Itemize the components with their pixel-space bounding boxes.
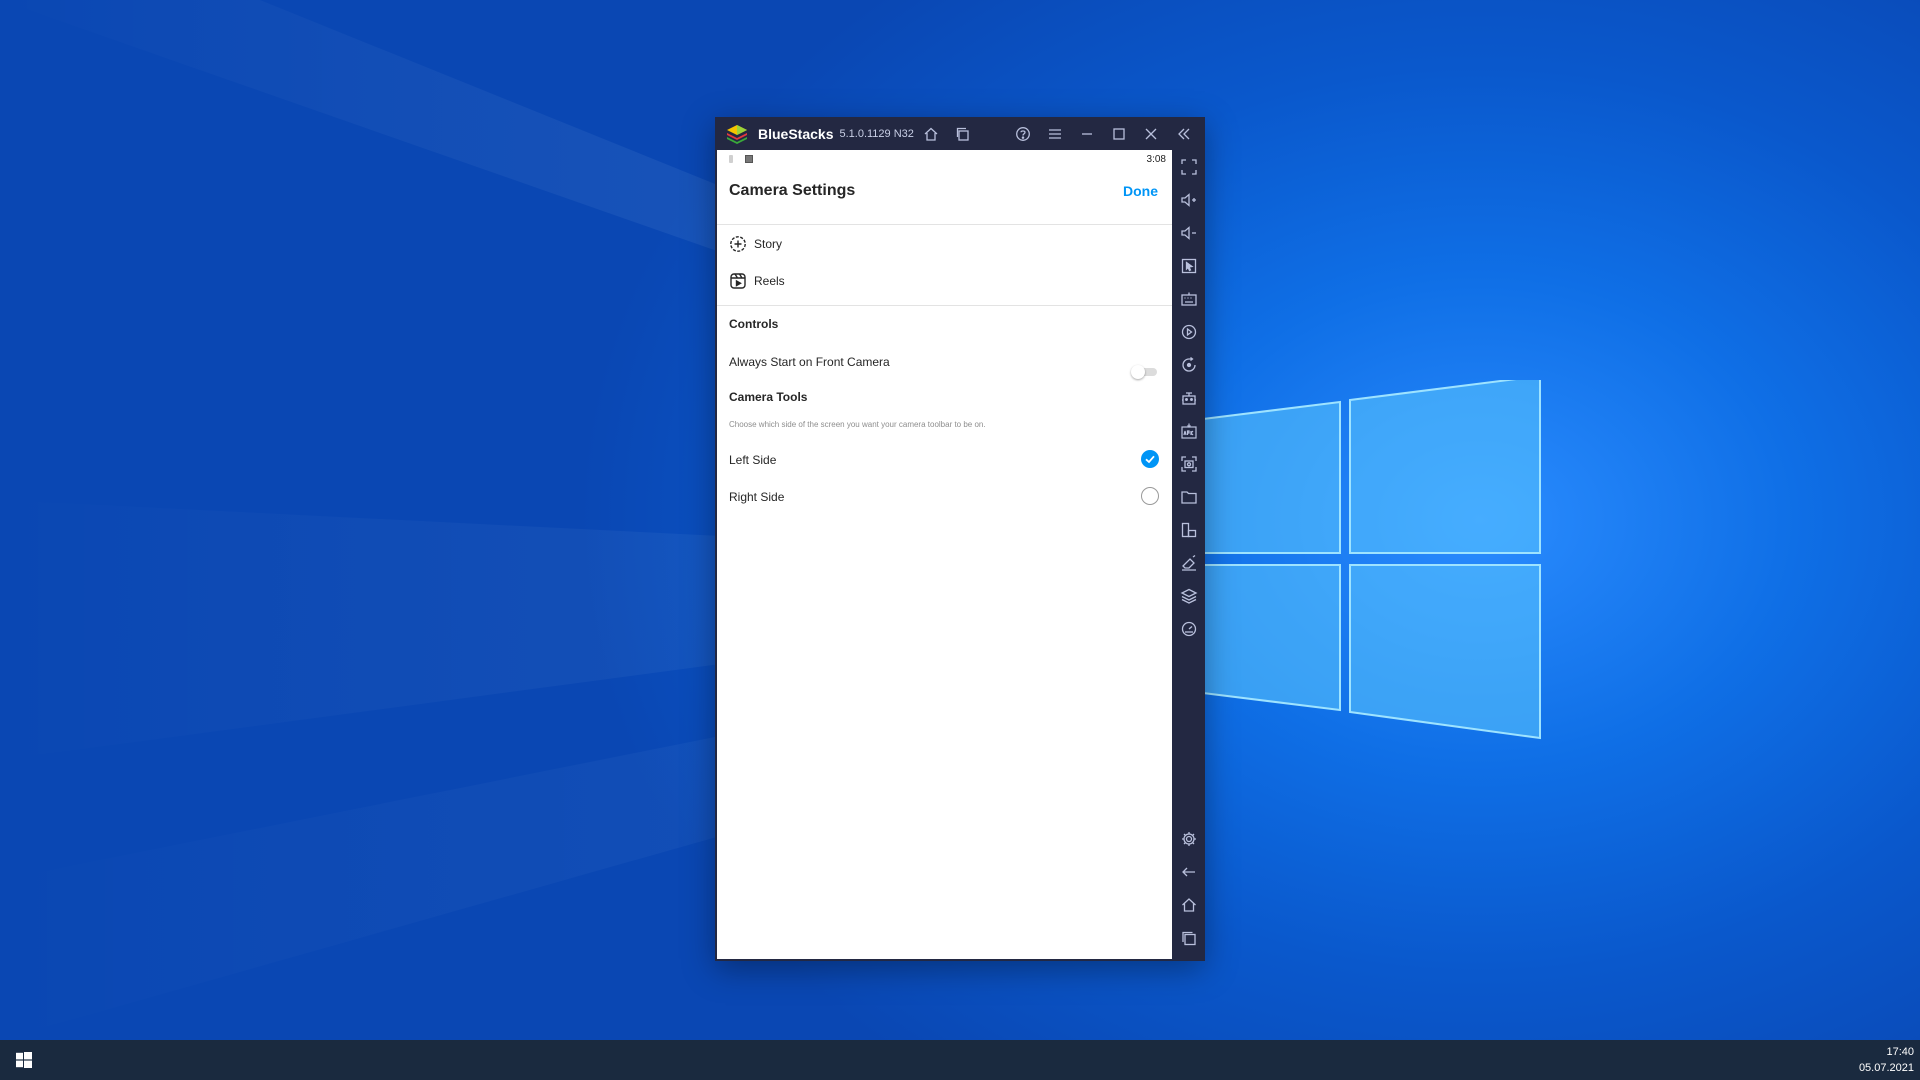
android-status-bar: 3:08 <box>717 150 1172 168</box>
page-title: Camera Settings <box>729 182 856 199</box>
start-button[interactable] <box>0 1040 48 1080</box>
left-side-radio[interactable] <box>1141 450 1159 468</box>
version-number: 5.1.0.1129 <box>839 127 891 140</box>
bluestacks-window: BlueStacks 5.1.0.1129 N32 3:08 Camera Se… <box>715 117 1205 961</box>
rotate-button[interactable] <box>1177 353 1201 377</box>
section-divider <box>717 305 1172 306</box>
folder-icon <box>1181 491 1197 504</box>
robot-icon <box>1182 392 1196 405</box>
close-icon <box>1145 128 1157 140</box>
reels-icon <box>730 273 746 289</box>
volume-down-button[interactable] <box>1177 221 1201 245</box>
clock-date: 05.07.2021 <box>1858 1062 1914 1074</box>
eco-mode-button[interactable] <box>1177 551 1201 575</box>
story-settings-item[interactable]: Story <box>729 230 782 258</box>
android-home-button[interactable] <box>1177 893 1201 917</box>
media-folder-button[interactable] <box>1177 485 1201 509</box>
macro-button[interactable] <box>1177 320 1201 344</box>
window-title: BlueStacks <box>758 125 834 142</box>
fullscreen-icon <box>1181 159 1197 175</box>
front-camera-toggle[interactable] <box>1129 362 1159 382</box>
back-arrow-icon <box>1182 867 1195 877</box>
windows-taskbar: 17:40 05.07.2021 <box>0 1040 1920 1080</box>
copy-window-icon <box>956 127 969 141</box>
taskbar-clock[interactable]: 17:40 05.07.2021 <box>1859 1044 1914 1076</box>
home-button[interactable] <box>920 123 942 145</box>
collapse-sidebar-button[interactable] <box>1173 123 1195 145</box>
install-apk-button[interactable] <box>1177 419 1201 443</box>
fullscreen-button[interactable] <box>1177 155 1201 179</box>
app-notification-icon <box>745 155 753 163</box>
app-version: 5.1.0.1129 N32 <box>839 128 913 140</box>
controls-section-title: Controls <box>729 317 779 331</box>
multi-instance-button[interactable] <box>952 123 974 145</box>
gear-icon <box>1182 832 1196 846</box>
home-icon <box>1182 898 1196 912</box>
home-icon <box>924 127 938 141</box>
story-plus-icon <box>730 236 746 252</box>
eraser-icon <box>1182 554 1196 571</box>
double-chevron-left-icon <box>1178 128 1190 140</box>
front-camera-label: Always Start on Front Camera <box>729 355 890 369</box>
back-button[interactable] <box>1177 860 1201 884</box>
bluestacks-sidebar <box>1172 150 1205 959</box>
speedometer-icon <box>1181 621 1197 637</box>
recent-apps-icon <box>1182 931 1196 946</box>
maximize-button[interactable] <box>1108 123 1130 145</box>
volume-up-button[interactable] <box>1177 188 1201 212</box>
volume-up-icon <box>1181 193 1196 207</box>
pointer-button[interactable] <box>1177 254 1201 278</box>
apk-icon <box>1181 423 1197 439</box>
help-button[interactable] <box>1012 123 1034 145</box>
performance-button[interactable] <box>1177 617 1201 641</box>
hamburger-menu-icon <box>1049 129 1061 139</box>
close-button[interactable] <box>1140 123 1162 145</box>
status-time: 3:08 <box>1146 154 1166 165</box>
help-icon <box>1016 127 1030 141</box>
recent-apps-button[interactable] <box>1177 926 1201 950</box>
done-button[interactable]: Done <box>1123 183 1158 199</box>
header-divider <box>717 224 1172 225</box>
layers-icon <box>1180 588 1198 604</box>
rotate-icon <box>1182 356 1196 372</box>
screenshot-button[interactable] <box>1177 452 1201 476</box>
toggle-knob <box>1131 365 1145 379</box>
left-side-label: Left Side <box>729 453 777 467</box>
keyboard-button[interactable] <box>1177 287 1201 311</box>
right-side-radio[interactable] <box>1141 487 1159 505</box>
version-arch: N32 <box>893 127 914 140</box>
bluestacks-logo-icon <box>727 124 747 144</box>
windows-wallpaper-logo <box>1195 380 1541 740</box>
windows-logo-icon <box>16 1052 32 1068</box>
camera-tools-description: Choose which side of the screen you want… <box>729 420 986 429</box>
minimize-icon <box>1082 133 1092 135</box>
story-label: Story <box>754 237 783 251</box>
game-controls-button[interactable] <box>1177 386 1201 410</box>
android-screen: 3:08 Camera Settings Done Story Reels Co… <box>717 150 1172 959</box>
cursor-icon <box>1181 258 1197 274</box>
settings-button[interactable] <box>1177 827 1201 851</box>
multi-instance-sidebar-button[interactable] <box>1177 518 1201 542</box>
screenshot-icon <box>1181 456 1197 472</box>
reels-label: Reels <box>754 274 785 288</box>
keyboard-icon <box>1181 292 1197 306</box>
reels-settings-item[interactable]: Reels <box>729 267 785 295</box>
play-circle-icon <box>1181 324 1197 340</box>
notification-icon <box>729 155 733 163</box>
layers-button[interactable] <box>1177 584 1201 608</box>
instances-icon <box>1181 522 1197 538</box>
menu-button[interactable] <box>1044 123 1066 145</box>
volume-down-icon <box>1181 226 1196 240</box>
camera-tools-section-title: Camera Tools <box>729 390 808 404</box>
title-bar: BlueStacks 5.1.0.1129 N32 <box>715 117 1205 150</box>
checkmark-icon <box>1145 455 1155 464</box>
clock-time: 17:40 <box>1886 1046 1914 1058</box>
maximize-icon <box>1113 128 1125 140</box>
minimize-button[interactable] <box>1076 123 1098 145</box>
right-side-label: Right Side <box>729 490 785 504</box>
